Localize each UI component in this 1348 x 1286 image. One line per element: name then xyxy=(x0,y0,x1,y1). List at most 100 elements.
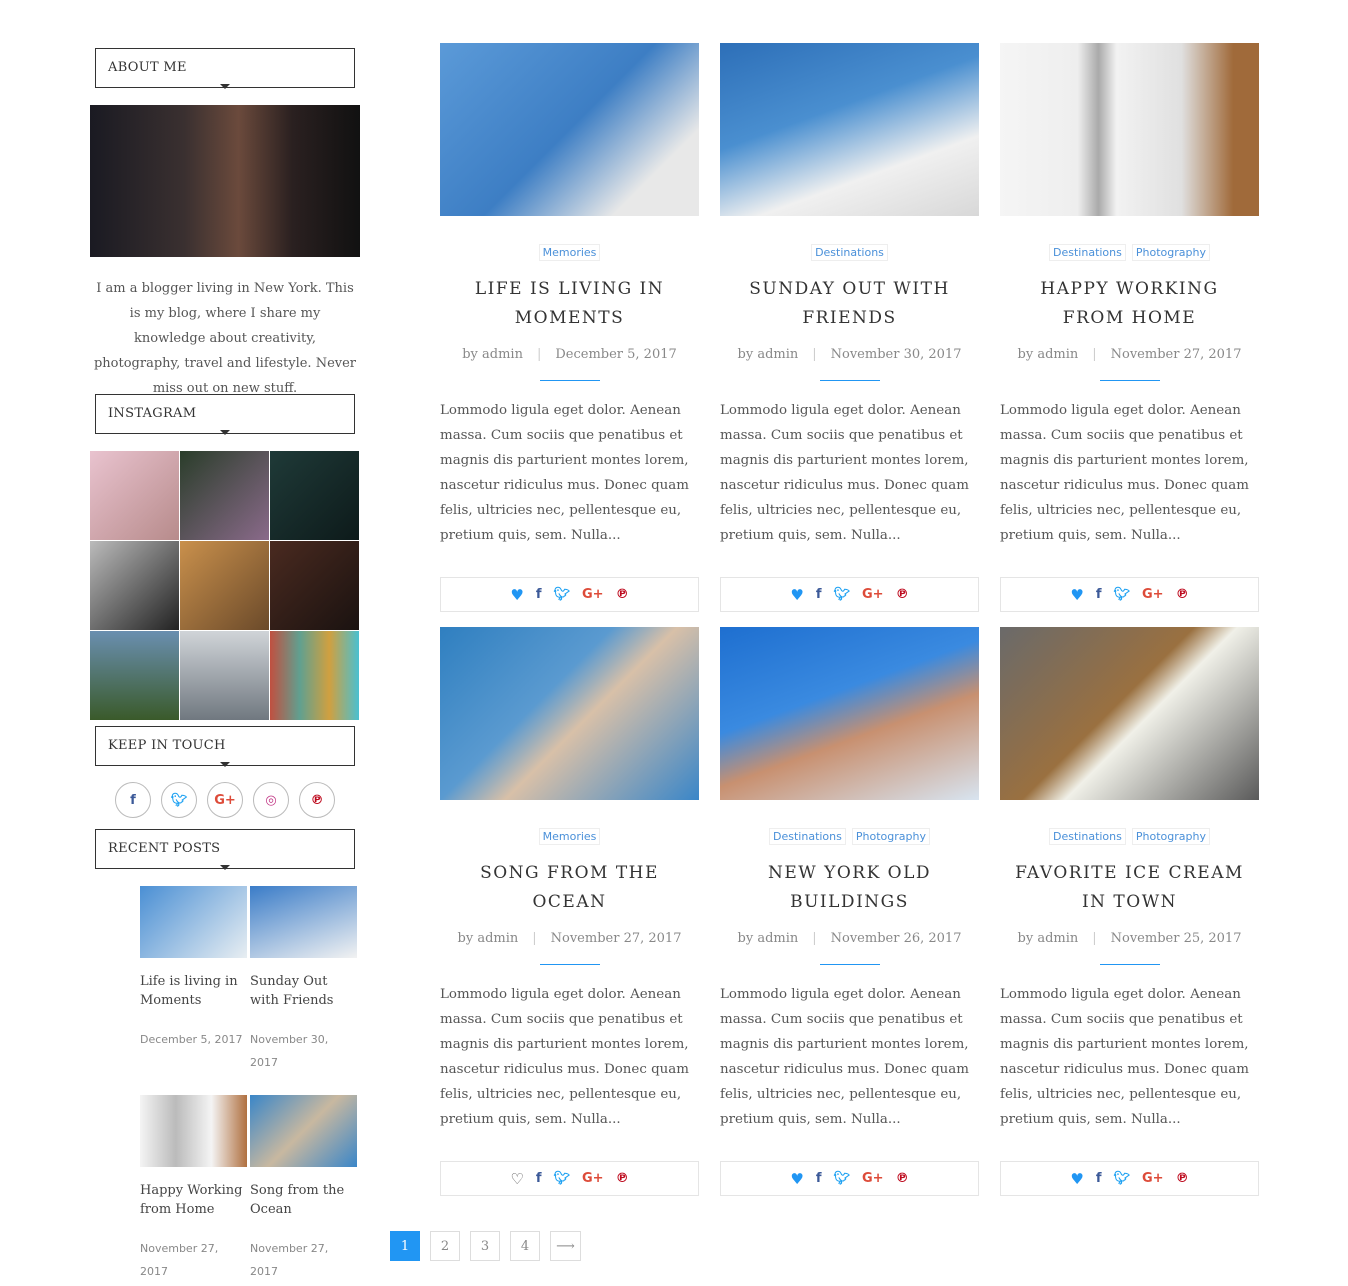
facebook-icon[interactable]: f xyxy=(816,1171,822,1186)
next-page-button[interactable]: ⟶ xyxy=(550,1231,581,1261)
recent-post-thumbnail[interactable] xyxy=(140,1095,247,1167)
post-image[interactable] xyxy=(1000,627,1259,800)
category-tag[interactable]: Destinations xyxy=(769,828,846,845)
instagram-photo[interactable] xyxy=(180,451,269,540)
recent-post[interactable]: Sunday Out with Friends November 30, 201… xyxy=(250,886,357,1074)
recent-post-title[interactable]: Sunday Out with Friends xyxy=(250,972,357,1010)
google-plus-icon[interactable]: G+ xyxy=(862,1171,884,1186)
instagram-photo[interactable] xyxy=(180,541,269,630)
recent-post[interactable]: Song from the Ocean November 27, 2017 xyxy=(250,1095,357,1283)
category-tag[interactable]: Photography xyxy=(851,828,930,845)
recent-post-thumbnail[interactable] xyxy=(250,886,357,958)
recent-post-title[interactable]: Life is living in Moments xyxy=(140,972,247,1010)
about-me-heading: ABOUT ME xyxy=(95,48,355,89)
post-excerpt: Lommodo ligula eget dolor. Aenean massa.… xyxy=(440,403,689,543)
heart-icon[interactable]: ♥ xyxy=(1070,1170,1083,1188)
share-bar: ♡ f 🐦︎ G+ ℗ xyxy=(440,1161,699,1196)
post-title[interactable]: HAPPY WORKING FROM HOME xyxy=(1000,275,1259,333)
recent-post-thumbnail[interactable] xyxy=(140,886,247,958)
heart-icon[interactable]: ♥ xyxy=(1070,586,1083,604)
instagram-icon[interactable]: ◎ xyxy=(253,782,289,818)
pinterest-icon[interactable]: ℗ xyxy=(616,587,629,602)
title-divider xyxy=(1099,380,1160,381)
post-image[interactable] xyxy=(440,43,699,216)
google-plus-icon[interactable]: G+ xyxy=(582,1171,604,1186)
share-bar: ♥ f 🐦︎ G+ ℗ xyxy=(440,577,699,612)
pinterest-icon[interactable]: ℗ xyxy=(299,782,335,818)
twitter-icon[interactable]: 🐦︎ xyxy=(834,587,851,602)
facebook-icon[interactable]: f xyxy=(115,782,151,818)
category-tag[interactable]: Photography xyxy=(1131,244,1210,261)
recent-post-title[interactable]: Song from the Ocean xyxy=(250,1181,357,1219)
post-author[interactable]: by admin xyxy=(738,347,799,362)
post-excerpt: Lommodo ligula eget dolor. Aenean massa.… xyxy=(440,987,689,1127)
category-tag[interactable]: Photography xyxy=(1131,828,1210,845)
post-image[interactable] xyxy=(1000,43,1259,216)
category-tag[interactable]: Destinations xyxy=(1049,244,1126,261)
category-tag[interactable]: Memories xyxy=(538,828,601,845)
recent-post-date: November 27, 2017 xyxy=(250,1242,329,1278)
google-plus-icon[interactable]: G+ xyxy=(207,782,243,818)
category-tag[interactable]: Memories xyxy=(538,244,601,261)
post-author[interactable]: by admin xyxy=(1018,347,1079,362)
facebook-icon[interactable]: f xyxy=(536,587,542,602)
post-title[interactable]: SONG FROM THE OCEAN xyxy=(440,859,699,917)
category-tag[interactable]: Destinations xyxy=(811,244,888,261)
instagram-photo[interactable] xyxy=(270,451,359,540)
pinterest-icon[interactable]: ℗ xyxy=(1176,1171,1189,1186)
page-1-button[interactable]: 1 xyxy=(390,1231,420,1261)
recent-post[interactable]: Happy Working from Home November 27, 201… xyxy=(140,1095,247,1283)
instagram-photo[interactable] xyxy=(180,631,269,720)
google-plus-icon[interactable]: G+ xyxy=(1142,1171,1164,1186)
pagination: 1 2 3 4 ⟶ xyxy=(390,1231,581,1261)
post-title[interactable]: LIFE IS LIVING IN MOMENTS xyxy=(440,275,699,333)
pinterest-icon[interactable]: ℗ xyxy=(616,1171,629,1186)
post-author[interactable]: by admin xyxy=(1018,931,1079,946)
google-plus-icon[interactable]: G+ xyxy=(582,587,604,602)
heart-icon[interactable]: ♥ xyxy=(510,586,523,604)
heart-icon[interactable]: ♥ xyxy=(790,1170,803,1188)
recent-post[interactable]: Life is living in Moments December 5, 20… xyxy=(140,886,247,1051)
twitter-icon[interactable]: 🐦︎ xyxy=(554,1171,571,1186)
pinterest-icon[interactable]: ℗ xyxy=(1176,587,1189,602)
twitter-icon[interactable]: 🐦︎ xyxy=(1114,1171,1131,1186)
post-title[interactable]: FAVORITE ICE CREAM IN TOWN xyxy=(1000,859,1259,917)
page-4-button[interactable]: 4 xyxy=(510,1231,540,1261)
twitter-icon[interactable]: 🐦︎ xyxy=(554,587,571,602)
post-image[interactable] xyxy=(440,627,699,800)
meta-separator: | xyxy=(532,931,537,946)
twitter-icon[interactable]: 🐦︎ xyxy=(1114,587,1131,602)
post-title[interactable]: SUNDAY OUT WITH FRIENDS xyxy=(720,275,979,333)
twitter-icon[interactable]: 🐦︎ xyxy=(834,1171,851,1186)
post-image[interactable] xyxy=(720,627,979,800)
post-image[interactable] xyxy=(720,43,979,216)
page-2-button[interactable]: 2 xyxy=(430,1231,460,1261)
recent-posts-heading: RECENT POSTS xyxy=(95,829,355,870)
facebook-icon[interactable]: f xyxy=(816,587,822,602)
google-plus-icon[interactable]: G+ xyxy=(1142,587,1164,602)
recent-post-thumbnail[interactable] xyxy=(250,1095,357,1167)
twitter-icon[interactable]: 🐦︎ xyxy=(161,782,197,818)
facebook-icon[interactable]: f xyxy=(536,1171,542,1186)
post-author[interactable]: by admin xyxy=(462,347,523,362)
instagram-photo[interactable] xyxy=(90,631,179,720)
pinterest-icon[interactable]: ℗ xyxy=(896,1171,909,1186)
instagram-photo[interactable] xyxy=(90,451,179,540)
page-3-button[interactable]: 3 xyxy=(470,1231,500,1261)
google-plus-icon[interactable]: G+ xyxy=(862,587,884,602)
recent-post-title[interactable]: Happy Working from Home xyxy=(140,1181,247,1219)
facebook-icon[interactable]: f xyxy=(1096,587,1102,602)
post-author[interactable]: by admin xyxy=(458,931,519,946)
pinterest-icon[interactable]: ℗ xyxy=(896,587,909,602)
heart-icon[interactable]: ♥ xyxy=(790,586,803,604)
post-author[interactable]: by admin xyxy=(738,931,799,946)
heart-icon[interactable]: ♡ xyxy=(510,1170,523,1188)
keep-in-touch-heading: KEEP IN TOUCH xyxy=(95,726,355,767)
instagram-photo[interactable] xyxy=(90,541,179,630)
instagram-photo[interactable] xyxy=(270,541,359,630)
category-tag[interactable]: Destinations xyxy=(1049,828,1126,845)
instagram-photo[interactable] xyxy=(270,631,359,720)
post-excerpt: Lommodo ligula eget dolor. Aenean massa.… xyxy=(1000,987,1249,1127)
post-title[interactable]: NEW YORK OLD BUILDINGS xyxy=(720,859,979,917)
facebook-icon[interactable]: f xyxy=(1096,1171,1102,1186)
